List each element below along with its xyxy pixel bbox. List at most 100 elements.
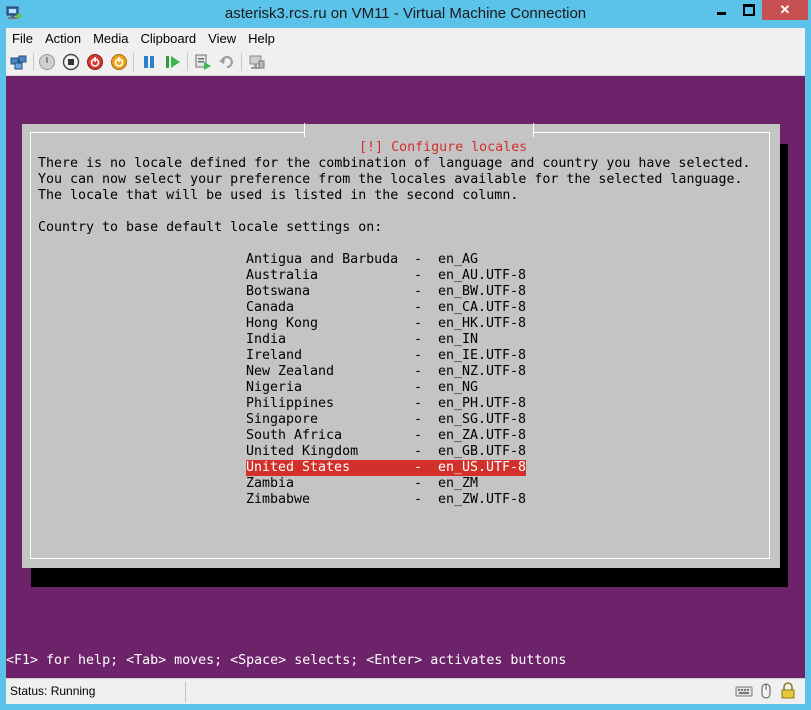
- reset-icon[interactable]: [164, 53, 182, 71]
- locale-code: en_IN: [438, 332, 479, 347]
- menu-file[interactable]: File: [6, 31, 39, 46]
- checkpoint-icon[interactable]: [194, 53, 212, 71]
- locale-separator: -: [414, 460, 423, 475]
- locale-option[interactable]: Zambia - en_ZM: [246, 476, 526, 492]
- save-state-icon[interactable]: [110, 53, 128, 71]
- intro-line: You can now select your preference from …: [38, 172, 743, 187]
- locale-option[interactable]: Australia - en_AU.UTF-8: [246, 268, 526, 284]
- locale-code: en_ZW.UTF-8: [438, 492, 527, 507]
- locale-code: en_PH.UTF-8: [438, 396, 527, 411]
- enhanced-session-icon[interactable]: [248, 53, 266, 71]
- locale-code: en_US.UTF-8: [438, 460, 527, 475]
- dialog-title: [!] Configure locales: [304, 123, 535, 155]
- close-button[interactable]: ✕: [762, 0, 808, 20]
- locale-code: en_HK.UTF-8: [438, 316, 527, 331]
- locale-code: en_CA.UTF-8: [438, 300, 527, 315]
- status-bar: Status: Running: [6, 678, 805, 704]
- menu-clipboard[interactable]: Clipboard: [135, 31, 203, 46]
- country-prompt: Country to base default locale settings …: [38, 220, 383, 235]
- locale-separator: -: [414, 300, 423, 315]
- locale-separator: -: [414, 380, 423, 395]
- menu-media[interactable]: Media: [87, 31, 134, 46]
- locale-country: Zambia: [246, 476, 295, 491]
- go-back-button[interactable]: <Go Back>: [87, 573, 159, 589]
- locale-option[interactable]: Hong Kong - en_HK.UTF-8: [246, 316, 526, 332]
- locale-code: en_AU.UTF-8: [438, 268, 527, 283]
- locale-code: en_BW.UTF-8: [438, 284, 527, 299]
- locale-option[interactable]: India - en_IN: [246, 332, 526, 348]
- locale-option[interactable]: Zimbabwe - en_ZW.UTF-8: [246, 492, 526, 508]
- menu-bar: File Action Media Clipboard View Help: [6, 28, 805, 48]
- locale-country: Botswana: [246, 284, 311, 299]
- locale-country: Nigeria: [246, 380, 303, 395]
- locale-country: India: [246, 332, 287, 347]
- locale-option[interactable]: United Kingdom - en_GB.UTF-8: [246, 444, 526, 460]
- toolbar: [6, 48, 805, 76]
- start-icon[interactable]: [38, 53, 56, 71]
- key-help-line: <F1> for help; <Tab> moves; <Space> sele…: [6, 653, 567, 668]
- locale-separator: -: [414, 444, 423, 459]
- locale-country: United Kingdom: [246, 444, 359, 459]
- shut-down-icon[interactable]: [86, 53, 104, 71]
- revert-icon[interactable]: [218, 53, 236, 71]
- window-title: asterisk3.rcs.ru on VM11 - Virtual Machi…: [224, 5, 587, 22]
- locale-code: en_NG: [438, 380, 479, 395]
- menu-help[interactable]: Help: [242, 31, 281, 46]
- locale-country: New Zealand: [246, 364, 335, 379]
- locale-country: South Africa: [246, 428, 343, 443]
- status-text: Status: Running: [10, 684, 96, 698]
- locale-country: Singapore: [246, 412, 319, 427]
- locale-separator: -: [414, 284, 423, 299]
- intro-line: There is no locale defined for the combi…: [38, 156, 751, 171]
- locale-code: en_ZM: [438, 476, 479, 491]
- locale-option[interactable]: Ireland - en_IE.UTF-8: [246, 348, 526, 364]
- keyboard-icon: [735, 682, 753, 700]
- locale-separator: -: [414, 348, 423, 363]
- locale-option[interactable]: Philippines - en_PH.UTF-8: [246, 396, 526, 412]
- configure-locales-dialog: [!] Configure locales There is no locale…: [22, 123, 780, 588]
- minimize-button[interactable]: [708, 0, 735, 20]
- locale-code: en_ZA.UTF-8: [438, 428, 527, 443]
- locale-country: Australia: [246, 268, 319, 283]
- maximize-button[interactable]: [735, 0, 762, 20]
- locale-separator: -: [414, 364, 423, 379]
- locale-country: Antigua and Barbuda: [246, 252, 399, 267]
- locale-option[interactable]: Canada - en_CA.UTF-8: [246, 300, 526, 316]
- locale-country: Canada: [246, 300, 295, 315]
- maximize-icon: [742, 4, 755, 16]
- locale-country: Hong Kong: [246, 316, 319, 331]
- locale-code: en_AG: [438, 252, 479, 267]
- intro-line: The locale that will be used is listed i…: [38, 188, 519, 203]
- vm-console[interactable]: [!] Configure locales There is no locale…: [6, 76, 805, 678]
- locale-option[interactable]: Antigua and Barbuda - en_AG: [246, 252, 526, 268]
- locale-code: en_NZ.UTF-8: [438, 364, 527, 379]
- locale-separator: -: [414, 492, 423, 507]
- title-bar: asterisk3.rcs.ru on VM11 - Virtual Machi…: [0, 0, 811, 28]
- locale-option[interactable]: Botswana - en_BW.UTF-8: [246, 284, 526, 300]
- locale-option[interactable]: Singapore - en_SG.UTF-8: [246, 412, 526, 428]
- minimize-icon: [717, 11, 726, 15]
- locale-country: United States: [246, 460, 351, 475]
- menu-action[interactable]: Action: [39, 31, 87, 46]
- locale-option[interactable]: South Africa - en_ZA.UTF-8: [246, 428, 526, 444]
- locale-separator: -: [414, 428, 423, 443]
- locale-code: en_IE.UTF-8: [438, 348, 527, 363]
- turn-off-icon[interactable]: [62, 53, 80, 71]
- lock-icon: [779, 682, 797, 700]
- locale-code: en_GB.UTF-8: [438, 444, 527, 459]
- locale-country: Zimbabwe: [246, 492, 311, 507]
- locale-separator: -: [414, 476, 423, 491]
- menu-view[interactable]: View: [202, 31, 242, 46]
- locale-separator: -: [414, 332, 423, 347]
- locale-separator: -: [414, 316, 423, 331]
- locale-code: en_SG.UTF-8: [438, 412, 527, 427]
- locale-option[interactable]: Nigeria - en_NG: [246, 380, 526, 396]
- locale-option[interactable]: United States - en_US.UTF-8: [246, 460, 526, 476]
- status-tray: [735, 682, 797, 700]
- locale-option[interactable]: New Zealand - en_NZ.UTF-8: [246, 364, 526, 380]
- locale-separator: -: [414, 252, 423, 267]
- pause-icon[interactable]: [140, 53, 158, 71]
- mouse-icon: [757, 682, 775, 700]
- locale-country: Philippines: [246, 396, 335, 411]
- ctrl-alt-del-icon[interactable]: [10, 53, 28, 71]
